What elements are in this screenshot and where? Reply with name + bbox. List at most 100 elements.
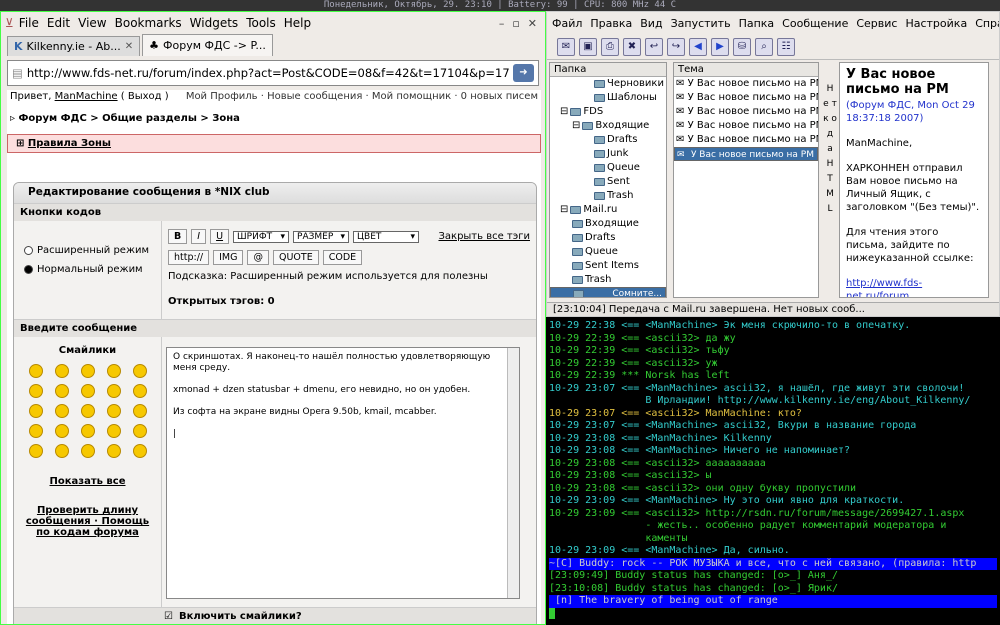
restore-icon[interactable]: ▫ — [512, 17, 519, 30]
smiley-icon[interactable] — [80, 444, 95, 458]
menu-edit-ru[interactable]: Правка — [590, 17, 632, 30]
new-mail-icon[interactable]: ✉ — [557, 37, 575, 56]
menu-help[interactable]: Help — [281, 16, 314, 30]
menu-service-ru[interactable]: Сервис — [856, 17, 897, 30]
message-row[interactable]: ✉ У Вас новое письмо на РМ — [674, 133, 818, 147]
smiley-icon[interactable] — [28, 404, 43, 418]
radio-norm[interactable] — [24, 265, 33, 274]
logout-link[interactable]: ( Выход ) — [121, 91, 169, 102]
folder-item[interactable]: Черновики — [550, 77, 666, 91]
preview-link[interactable]: http://www.fds-net.ru/forum — [846, 277, 982, 297]
smiley-icon[interactable] — [106, 364, 121, 378]
folder-item[interactable]: Drafts — [550, 133, 666, 147]
print-icon[interactable]: ⎙ — [601, 37, 619, 56]
mode-ext-option[interactable]: Расширенный режим — [24, 245, 151, 256]
italic-button[interactable]: I — [191, 229, 207, 244]
img-button[interactable]: IMG — [213, 250, 244, 265]
message-row-selected[interactable]: ✉ У Вас новое письмо на РМ — [674, 147, 818, 161]
smiley-icon[interactable] — [132, 404, 147, 418]
menu-folder-ru[interactable]: Папка — [739, 17, 775, 30]
menu-widgets[interactable]: Widgets — [187, 16, 242, 30]
preview-meta[interactable]: (Форум ФДС, Mon Oct 29 18:37:18 2007) — [846, 99, 982, 125]
smiley-icon[interactable] — [54, 424, 69, 438]
delete-icon[interactable]: ✖ — [623, 37, 641, 56]
message-textarea[interactable]: О скриншотах. Я наконец-то нашёл полност… — [166, 347, 520, 599]
quote-button[interactable]: QUOTE — [272, 250, 319, 265]
radio-ext[interactable] — [24, 246, 33, 255]
minimize-icon[interactable]: – — [499, 17, 505, 30]
go-button[interactable]: ➜ — [512, 64, 534, 82]
folder-item[interactable]: Trash — [550, 189, 666, 203]
message-row[interactable]: ✉ У Вас новое письмо на РМ — [674, 105, 818, 119]
folder-item[interactable]: ⊟ Mail.ru — [550, 203, 666, 217]
folder-item[interactable]: Входящие — [550, 217, 666, 231]
breadcrumb[interactable]: ▹ Форум ФДС > Общие разделы > Зона — [7, 103, 541, 128]
folder-column-header[interactable]: Папка — [550, 63, 666, 77]
forward-icon[interactable]: ↪ — [667, 37, 685, 56]
smiley-icon[interactable] — [80, 364, 95, 378]
folder-item[interactable]: Queue — [550, 161, 666, 175]
menu-message-ru[interactable]: Сообщение — [782, 17, 848, 30]
menu-help-ru[interactable]: Справка — [975, 17, 999, 30]
close-icon[interactable]: ✕ — [528, 17, 537, 30]
smiley-icon[interactable] — [54, 404, 69, 418]
check-length-link[interactable]: Проверить длину сообщения · Помощь по ко… — [14, 505, 161, 538]
smiley-icon[interactable] — [28, 424, 43, 438]
folder-item[interactable]: ⊟ Входящие — [550, 119, 666, 133]
folder-item[interactable]: ⊟ FDS — [550, 105, 666, 119]
smiley-icon[interactable] — [132, 384, 147, 398]
reply-icon[interactable]: ↩ — [645, 37, 663, 56]
search-icon[interactable]: ⌕ — [755, 37, 773, 56]
http-button[interactable]: http:// — [168, 250, 210, 265]
menu-view[interactable]: View — [75, 16, 109, 30]
folder-item[interactable]: Queue — [550, 245, 666, 259]
show-all-smileys-link[interactable]: Показать все — [14, 476, 161, 487]
smiley-icon[interactable] — [54, 384, 69, 398]
save-icon[interactable]: ▣ — [579, 37, 597, 56]
expand-icon[interactable]: ⊞ — [16, 138, 24, 149]
database-icon[interactable]: ⛁ — [733, 37, 751, 56]
prev-icon[interactable]: ◀ — [689, 37, 707, 56]
smiley-icon[interactable] — [106, 424, 121, 438]
profile-links[interactable]: Мой Профиль · Новые сообщения · Мой помо… — [186, 91, 538, 102]
smiley-icon[interactable] — [80, 404, 95, 418]
message-row[interactable]: ✉ У Вас новое письмо на РМ — [674, 119, 818, 133]
folder-item[interactable]: Trash — [550, 273, 666, 287]
folder-item[interactable]: Шаблоны — [550, 91, 666, 105]
tab-kilkenny[interactable]: K Kilkenny.ie - Ab... ✕ — [7, 36, 141, 56]
address-bar[interactable]: ▤ http://www.fds-net.ru/forum/index.php?… — [7, 60, 539, 86]
code-button[interactable]: CODE — [322, 250, 363, 265]
mode-norm-option[interactable]: Нормальный режим — [24, 264, 151, 275]
size-select[interactable]: РАЗМЕР ▾ — [293, 230, 350, 243]
underline-button[interactable]: U — [210, 229, 230, 244]
addressbook-icon[interactable]: ☷ — [777, 37, 795, 56]
tab-close-icon[interactable]: ✕ — [125, 41, 133, 52]
menu-file-ru[interactable]: Файл — [552, 17, 582, 30]
folder-item[interactable]: Drafts — [550, 231, 666, 245]
smiley-icon[interactable] — [106, 384, 121, 398]
font-select[interactable]: ШРИФТ ▾ — [233, 230, 290, 243]
smiley-icon[interactable] — [106, 404, 121, 418]
smiley-icon[interactable] — [54, 444, 69, 458]
subject-column-header[interactable]: Тема — [674, 63, 818, 77]
terminal-window[interactable]: 10-29 22:38 <== <ManMachine> Эк меня скр… — [546, 318, 1000, 625]
menu-bookmarks[interactable]: Bookmarks — [112, 16, 185, 30]
smiley-icon[interactable] — [28, 444, 43, 458]
smiley-icon[interactable] — [28, 364, 43, 378]
smiley-icon[interactable] — [132, 444, 147, 458]
folder-item-selected[interactable]: Сомните... — [550, 287, 666, 297]
smiley-icon[interactable] — [80, 424, 95, 438]
smiley-icon[interactable] — [132, 424, 147, 438]
user-link[interactable]: ManMachine — [55, 91, 118, 102]
message-row[interactable]: ✉ У Вас новое письмо на РМ — [674, 91, 818, 105]
rules-link[interactable]: Правила Зоны — [28, 138, 111, 149]
smiley-icon[interactable] — [54, 364, 69, 378]
menu-run-ru[interactable]: Запустить — [671, 17, 731, 30]
next-icon[interactable]: ▶ — [711, 37, 729, 56]
folder-item[interactable]: Sent — [550, 175, 666, 189]
tab-forum[interactable]: ♣ Форум ФДС -> P... — [142, 34, 273, 56]
menu-settings-ru[interactable]: Настройка — [905, 17, 967, 30]
textarea-scrollbar[interactable] — [507, 348, 519, 598]
folder-item[interactable]: Sent Items — [550, 259, 666, 273]
close-tags-link[interactable]: Закрыть все тэги — [438, 231, 530, 242]
